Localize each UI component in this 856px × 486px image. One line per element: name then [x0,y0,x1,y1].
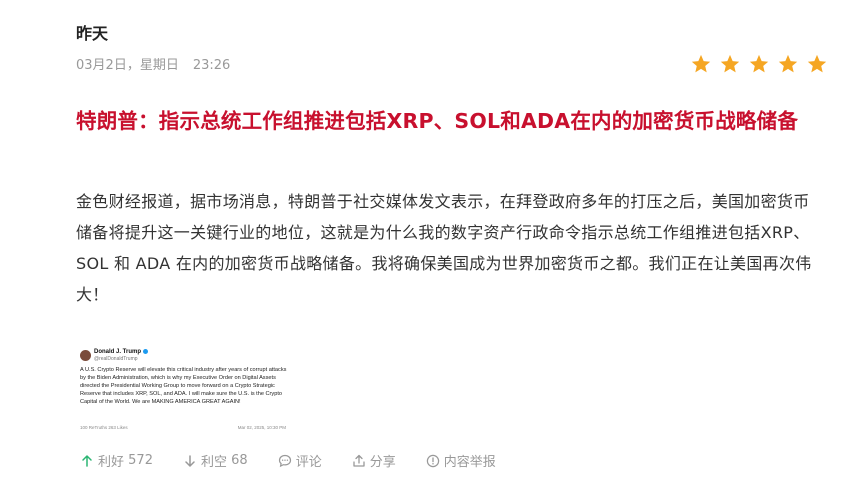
time-text: 23:26 [192,58,231,73]
star-icon [720,54,740,73]
comment-icon [278,454,291,467]
report-button[interactable]: 内容举报 [426,451,496,470]
share-icon [353,454,365,467]
arrow-down-icon [185,454,195,467]
tweet-handle: @realDonaldTrump [94,356,138,362]
date-line: 03月2日，星期日 23:26 [76,54,230,73]
avatar [80,350,91,361]
verified-icon [143,349,149,354]
tweet-screenshot-image[interactable]: Donald J. Trump @realDonaldTrump A U.S. … [76,346,294,432]
share-button[interactable]: 分享 [352,451,396,470]
tweet-timestamp: Mar 02, 2025, 10:30 PM [237,425,286,430]
date-text: 03月2日，星期日 [76,58,179,73]
tweet-stats: 100 ReTruths 263 Likes [80,425,128,430]
bearish-label: 利空 [200,455,227,470]
article-title[interactable]: 特朗普：指示总统工作组推进包括XRP、SOL和ADA在内的加密货币战略储备 [76,104,816,139]
share-label: 分享 [369,455,396,470]
warning-icon [426,454,439,467]
tweet-footer: 100 ReTruths 263 Likes Mar 02, 2025, 10:… [80,425,292,430]
bullish-count: 572 [128,453,153,468]
star-icon [749,54,769,73]
star-icon [778,54,798,73]
comment-button[interactable]: 评论 [278,451,322,470]
comment-label: 评论 [295,455,322,470]
bullish-button[interactable]: 利好 572 [80,451,153,470]
rating-stars [690,53,828,75]
report-label: 内容举报 [443,455,496,470]
arrow-up-icon [82,454,92,467]
bullish-label: 利好 [98,455,125,470]
star-icon [807,54,827,73]
star-icon [691,54,711,73]
bearish-count: 68 [231,453,248,468]
article-body: 金色财经报道，据市场消息，特朗普于社交媒体发文表示，在拜登政府多年的打压之后，美… [76,192,812,304]
tweet-text: A U.S. Crypto Reserve will elevate this … [80,367,287,405]
bearish-button[interactable]: 利空 68 [183,451,248,470]
action-bar: 利好 572 利空 68 评论 分享 内容举报 [80,451,526,470]
day-label: 昨天 [76,24,109,43]
tweet-author: Donald J. Trump [94,349,149,355]
